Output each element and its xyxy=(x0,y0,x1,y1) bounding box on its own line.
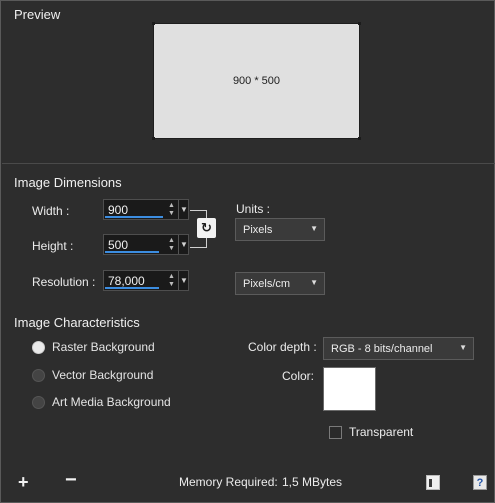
preview-handle-tr xyxy=(358,22,361,25)
resolution-value: 78,000 xyxy=(108,274,145,288)
color-depth-select[interactable]: RGB - 8 bits/channel ▼ xyxy=(323,337,474,360)
chevron-down-icon: ▼ xyxy=(310,224,318,233)
radio-vector-background[interactable]: Vector Background xyxy=(32,368,153,382)
spin-up-icon[interactable]: ▲ xyxy=(168,237,175,245)
units-select-value: Pixels xyxy=(243,224,273,236)
resolution-label: Resolution : xyxy=(32,275,96,289)
width-label: Width : xyxy=(32,204,70,218)
height-spin-arrows[interactable]: ▲ ▼ xyxy=(166,235,177,254)
image-characteristics-title: Image Characteristics xyxy=(14,315,140,330)
width-spin-arrows[interactable]: ▲ ▼ xyxy=(166,200,177,219)
preview-title: Preview xyxy=(14,7,61,22)
lock-aspect-ratio-icon[interactable]: ↻ xyxy=(197,218,216,238)
height-slider-bar[interactable] xyxy=(105,251,159,253)
document-icon[interactable] xyxy=(426,475,440,490)
spin-down-icon[interactable]: ▼ xyxy=(168,210,175,218)
preview-handle-tl xyxy=(152,22,155,25)
spin-down-icon[interactable]: ▼ xyxy=(168,281,175,289)
radio-button[interactable] xyxy=(32,368,45,382)
resolution-units-select-value: Pixels/cm xyxy=(243,278,291,290)
height-label: Height : xyxy=(32,239,74,253)
section-divider xyxy=(2,163,495,164)
resolution-spin-arrows[interactable]: ▲ ▼ xyxy=(166,271,177,290)
resolution-input[interactable]: 78,000 ▲ ▼ ▼ xyxy=(103,270,189,291)
resolution-dropdown-icon[interactable]: ▼ xyxy=(178,271,189,290)
chevron-down-icon: ▼ xyxy=(310,278,318,287)
background-color-swatch[interactable] xyxy=(323,367,376,411)
plus-icon[interactable]: + xyxy=(18,472,29,493)
units-label: Units : xyxy=(236,202,271,216)
chevron-down-icon: ▼ xyxy=(459,343,467,352)
image-dimensions-title: Image Dimensions xyxy=(14,175,122,190)
transparent-label: Transparent xyxy=(349,425,414,439)
radio-raster-background[interactable]: Raster Background xyxy=(32,340,155,354)
color-label: Color: xyxy=(282,369,315,383)
memory-required-label: Memory Required: xyxy=(179,475,278,489)
color-depth-label: Color depth : xyxy=(248,340,317,354)
transparent-checkbox[interactable] xyxy=(329,426,342,439)
radio-art-media-background[interactable]: Art Media Background xyxy=(32,395,171,409)
spin-up-icon[interactable]: ▲ xyxy=(168,273,175,281)
height-input[interactable]: 500 ▲ ▼ ▼ xyxy=(103,234,189,255)
minus-icon[interactable]: − xyxy=(65,469,77,492)
preview-size-label: 900 * 500 xyxy=(232,75,281,87)
preview-handle-br xyxy=(358,137,361,140)
width-value: 900 xyxy=(108,203,129,217)
new-image-dialog-panel: Preview 900 * 500 Image Dimensions Width… xyxy=(0,0,495,503)
color-depth-select-value: RGB - 8 bits/channel xyxy=(331,343,433,355)
width-dropdown-icon[interactable]: ▼ xyxy=(178,200,189,219)
preview-canvas: 900 * 500 xyxy=(153,23,360,139)
spin-up-icon[interactable]: ▲ xyxy=(168,202,175,210)
radio-vector-label: Vector Background xyxy=(52,368,154,382)
radio-button-selected[interactable] xyxy=(32,340,45,354)
resolution-units-select[interactable]: Pixels/cm ▼ xyxy=(235,272,325,295)
help-icon[interactable]: ? xyxy=(473,475,487,490)
radio-raster-label: Raster Background xyxy=(52,340,155,354)
height-value: 500 xyxy=(108,238,129,252)
radio-button[interactable] xyxy=(32,395,45,409)
preview-handle-bl xyxy=(152,137,155,140)
resolution-slider-bar[interactable] xyxy=(105,287,159,289)
spin-down-icon[interactable]: ▼ xyxy=(168,245,175,253)
width-input[interactable]: 900 ▲ ▼ ▼ xyxy=(103,199,189,220)
memory-required-value: 1,5 MBytes xyxy=(282,475,343,489)
radio-art-media-label: Art Media Background xyxy=(52,395,171,409)
units-select[interactable]: Pixels ▼ xyxy=(235,218,325,241)
height-dropdown-icon[interactable]: ▼ xyxy=(178,235,189,254)
width-slider-bar[interactable] xyxy=(105,216,163,218)
